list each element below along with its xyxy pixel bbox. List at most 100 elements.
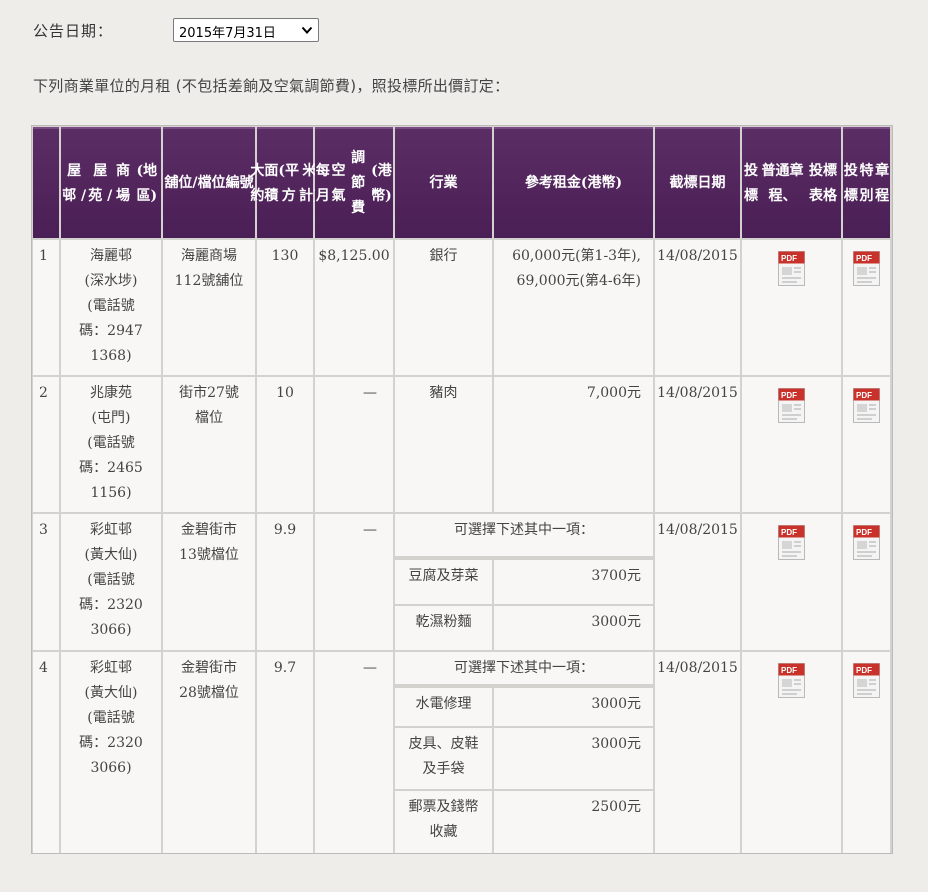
- header-line: 行業: [429, 175, 458, 191]
- header-line: 參考: [524, 175, 553, 191]
- header-rent: 參考 租金 (港幣)參考租金(港幣): [494, 127, 653, 238]
- row-no: 1: [33, 240, 59, 375]
- intro-text: 下列商業單位的月租 (不包括差餉及空氣調節費)，照投標所出價訂定：: [33, 77, 510, 95]
- special-pdf-icon[interactable]: PDF: [852, 250, 882, 288]
- cell-line: 彩虹邨: [90, 660, 132, 676]
- chevron-down-icon: [301, 26, 313, 34]
- pdf-label: PDF: [856, 528, 872, 537]
- header-line: (港幣): [371, 162, 392, 204]
- header-line: 屋邨 /: [62, 162, 87, 204]
- cell-line: 碼：2947: [79, 323, 143, 339]
- pdf-label: PDF: [781, 391, 797, 400]
- row-ac: $8,125.00: [315, 240, 393, 375]
- cell-line: 1156): [90, 485, 132, 501]
- option-trade: 郵票及錢幣 收藏: [395, 791, 492, 853]
- header-line: 編號: [225, 175, 254, 191]
- pdf-label: PDF: [856, 254, 872, 263]
- general-pdf-icon[interactable]: PDF: [777, 524, 807, 562]
- header-line: 普通章程、: [761, 162, 804, 204]
- special-pdf-icon[interactable]: PDF: [852, 662, 882, 700]
- row-area: 9.9: [257, 514, 313, 650]
- header-no: [33, 127, 59, 238]
- cell-line: 街市27號: [179, 385, 239, 401]
- header-line: 商場: [115, 162, 130, 204]
- cell-line: 1368): [90, 348, 132, 364]
- date-select[interactable]: 2015年7月31日: [173, 18, 319, 42]
- general-pdf-icon[interactable]: PDF: [777, 250, 807, 288]
- option-rent: 3000元: [494, 688, 653, 726]
- header-line: 面積: [264, 162, 279, 204]
- header-line: 投標: [843, 162, 858, 204]
- row-unit: 街市27號檔位: [163, 377, 255, 512]
- general-pdf-icon[interactable]: PDF: [777, 662, 807, 700]
- option-trade: 皮具、皮鞋 及手袋: [395, 728, 492, 789]
- row-trade: 銀行: [395, 240, 492, 375]
- row-unit: 金碧街市 13號檔位: [163, 514, 255, 650]
- option-rent: 3700元: [494, 560, 653, 604]
- cell-line: 13號檔位: [179, 547, 239, 563]
- row-ac: —: [315, 377, 393, 512]
- cell-line: (電話號: [87, 435, 135, 451]
- option-trade: 水電修理: [395, 688, 492, 726]
- pdf-label: PDF: [781, 528, 797, 537]
- header-line: 大約: [250, 162, 265, 204]
- cell-line: 海麗商場: [181, 248, 237, 264]
- header-general: 投標 普通章程、 投標表格投標普通章程、投標表格: [742, 127, 841, 238]
- tender-table: 屋邨 / 屋苑 / 商場 (地區)屋邨 /屋苑 /商場(地區)舖位/ 檔位 編號…: [31, 125, 893, 854]
- cell-line: 60,000元(第1-3年),: [512, 248, 641, 264]
- header-line: 日期: [697, 175, 726, 191]
- cell-line: 28號檔位: [179, 685, 239, 701]
- header-line: 特別: [859, 162, 874, 204]
- cell-line: 兆康苑: [90, 385, 132, 401]
- header-line: 屋苑 /: [88, 162, 113, 204]
- date-label: 公告日期：: [33, 22, 114, 40]
- header-line: (港幣): [580, 175, 623, 191]
- header-line: 每月: [315, 162, 330, 204]
- header-line: 投標: [744, 162, 758, 204]
- row-closing: 14/08/2015: [655, 652, 740, 853]
- cell-line: (屯門): [91, 410, 131, 426]
- cell-line: (電話號: [87, 572, 135, 588]
- header-line: 舖位/: [164, 175, 198, 191]
- pdf-label: PDF: [856, 666, 872, 675]
- cell-line: 皮具、皮鞋: [408, 736, 479, 752]
- row-unit: 海麗商場 112號舖位: [163, 240, 255, 375]
- cell-line: (黃大仙): [84, 547, 138, 563]
- header-area: 大約 面積 (平方 米計)大約面積(平方米計): [250, 127, 320, 238]
- header-line: 調節費: [351, 150, 366, 216]
- cell-line: 海麗邨: [90, 248, 132, 264]
- header-line: 章程: [875, 162, 890, 204]
- row-rent: 60,000元(第1-3年), 69,000元(第4-6年): [494, 240, 653, 375]
- header-trade: 行業行業: [395, 127, 492, 238]
- cell-line: 碼：2320: [79, 597, 143, 613]
- pdf-label: PDF: [781, 666, 797, 675]
- cell-line: (電話號: [87, 710, 135, 726]
- special-pdf-icon[interactable]: PDF: [852, 387, 882, 425]
- special-pdf-icon[interactable]: PDF: [852, 524, 882, 562]
- cell-line: 收藏: [429, 824, 458, 840]
- cell-line: 彩虹邨: [90, 522, 132, 538]
- row-rent: 7,000元: [494, 377, 653, 512]
- cell-line: (黃大仙): [84, 685, 138, 701]
- cell-line: 3066): [90, 622, 132, 638]
- cell-line: (深水埗): [84, 273, 138, 289]
- cell-line: (電話號: [87, 298, 135, 314]
- header-line: 投標表格: [809, 162, 837, 204]
- row-area: 10: [257, 377, 313, 512]
- header-unit: 舖位/ 檔位 編號舖位/檔位編號: [163, 127, 255, 238]
- header-line: (地區): [136, 162, 158, 204]
- date-select-value: 2015年7月31日: [179, 26, 276, 41]
- row-estate: 兆康苑 (屯門) (電話號 碼：2465 1156): [61, 377, 161, 512]
- header-closing: 截標 日期截標日期: [655, 127, 740, 238]
- cell-line: 檔位: [195, 410, 223, 426]
- row-choice: 可選擇下述其中一項：: [395, 652, 653, 684]
- header-special: 投標 特別 章程投標特別章程: [843, 127, 890, 238]
- row-unit: 金碧街市 28號檔位: [163, 652, 255, 853]
- header-estate: 屋邨 / 屋苑 / 商場 (地區)屋邨 /屋苑 /商場(地區): [61, 127, 161, 238]
- row-closing: 14/08/2015: [655, 240, 740, 375]
- row-closing: 14/08/2015: [655, 377, 740, 512]
- option-trade: 乾濕粉麵: [395, 606, 492, 650]
- general-pdf-icon[interactable]: PDF: [777, 387, 807, 425]
- cell-line: 碼：2320: [79, 735, 143, 751]
- row-estate: 彩虹邨 (黃大仙) (電話號碼：2320 3066): [61, 514, 161, 650]
